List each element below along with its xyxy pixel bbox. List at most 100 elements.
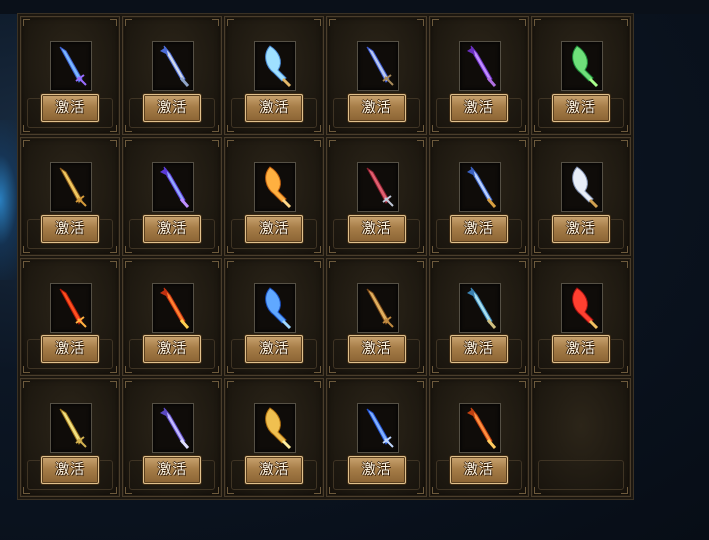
weapon-icon-slot[interactable] [560,161,603,212]
frame-corner [518,245,526,253]
activate-button[interactable]: 激活 [245,93,304,122]
frame-corner [227,19,235,26]
activate-button[interactable]: 激活 [347,214,406,243]
weapon-icon-slot[interactable] [560,41,603,91]
activate-button[interactable]: 激活 [245,214,304,243]
activate-button[interactable]: 激活 [41,456,100,484]
phoenix-blade-icon [160,287,190,329]
frame-corner [416,124,424,132]
frame-corner [125,124,133,132]
weapon-icon-slot[interactable] [560,282,603,333]
frame-corner [125,381,133,389]
weapon-icon-slot[interactable] [254,161,297,212]
frame-corner [620,139,628,147]
weapon-icon-slot[interactable] [356,41,399,91]
frame-corner [110,139,118,147]
activate-button[interactable]: 激活 [551,93,610,122]
activate-button[interactable]: 激活 [143,456,202,484]
activate-button[interactable]: 激活 [245,335,304,364]
weapon-icon-slot[interactable] [356,282,399,333]
weapon-cell: 激活 [326,16,427,135]
frame-corner [125,487,133,494]
frame-corner [431,366,439,374]
activate-button[interactable]: 激活 [143,214,202,243]
activate-button[interactable]: 激活 [41,335,100,364]
frame-corner [212,245,220,253]
activate-button[interactable]: 激活 [449,335,508,364]
weapon-cell: 激活 [20,257,121,377]
weapon-icon-slot[interactable] [152,161,195,212]
weapon-icon-slot[interactable] [152,403,195,454]
weapon-icon-slot[interactable] [50,282,93,333]
silver-broadsword-icon [572,166,598,208]
frame-corner [416,381,424,389]
weapon-icon-slot[interactable] [254,403,297,454]
weapon-icon-slot[interactable] [458,41,501,91]
frame-corner [125,366,133,374]
weapon-cell: 激活 [428,136,529,256]
weapon-icon-slot[interactable] [50,41,93,91]
activate-button[interactable]: 激活 [449,93,508,122]
frame-corner [533,381,541,389]
empty-slot-cell [530,378,631,497]
frame-corner [314,381,322,389]
weapon-icon-slot[interactable] [458,161,501,212]
frame-corner [314,139,322,147]
frame-corner [518,366,526,374]
weapon-icon-slot[interactable] [458,403,501,454]
activate-button[interactable]: 激活 [347,456,406,484]
inferno-saber-icon [59,288,87,328]
scarlet-cleaver-icon [572,286,598,329]
frame-corner [416,260,424,268]
weapon-cell: 激活 [224,257,325,377]
frame-corner [125,245,133,253]
activate-button[interactable]: 激活 [449,456,508,484]
activate-button[interactable]: 激活 [347,93,406,122]
activate-button[interactable]: 激活 [347,335,406,364]
weapon-icon-slot[interactable] [254,282,297,333]
activate-button[interactable]: 激活 [41,214,100,243]
frame-corner [314,19,322,26]
weapon-cell: 激活 [20,16,121,135]
weapon-cell: 激活 [326,136,427,256]
frame-corner [110,487,118,494]
activate-button[interactable]: 激活 [143,93,202,122]
frame-corner [431,381,439,389]
emerald-blade-icon [572,45,598,88]
frame-corner [431,245,439,253]
frame-corner [23,487,30,494]
frame-corner [518,487,526,494]
frame-corner [620,124,628,132]
frost-longsword-icon [466,287,496,329]
weapon-icon-slot[interactable] [356,403,399,454]
weapon-icon-slot[interactable] [356,161,399,212]
frame-corner [329,19,337,26]
weapon-icon-slot[interactable] [152,282,195,333]
weapon-icon-slot[interactable] [50,403,93,454]
sun-glaive-icon [265,407,292,450]
frame-corner [533,487,541,494]
weapon-cell: 激活 [224,378,325,497]
frame-corner [23,245,30,253]
activate-button[interactable]: 激活 [143,335,202,364]
weapon-icon-slot[interactable] [50,161,93,212]
weapon-cell: 激活 [20,136,121,256]
frame-corner [314,245,322,253]
weapon-activation-grid: 激活 激活 激活 激活 激活 激活 激活 激活 激活 激活 激活 激活 激活 激活 激活 激活 激活 激活 激活 激活… [17,13,634,500]
weapon-icon-slot[interactable] [458,282,501,333]
activate-button[interactable]: 激活 [245,456,304,484]
activate-button[interactable]: 激活 [449,214,508,243]
activate-button[interactable]: 激活 [551,214,610,243]
frame-corner [431,260,439,268]
activate-button[interactable]: 激活 [551,335,610,364]
frame-corner [431,139,439,147]
frame-corner [620,487,628,494]
activate-button[interactable]: 激活 [41,93,100,122]
frame-corner [533,139,541,147]
weapon-icon-slot[interactable] [254,41,297,91]
weapon-icon-slot[interactable] [152,41,195,91]
mystic-greatsword-icon [160,407,190,450]
frame-corner [416,487,424,494]
frame-corner [125,260,133,268]
frame-corner [23,139,30,147]
